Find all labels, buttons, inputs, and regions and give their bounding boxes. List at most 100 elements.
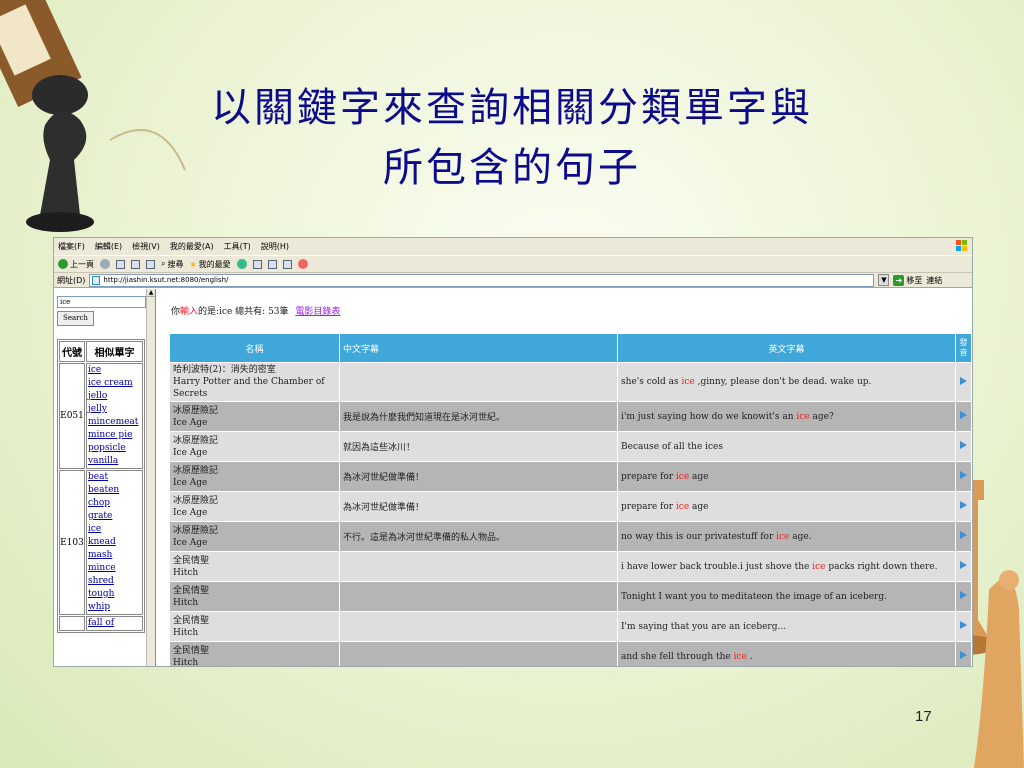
similar-word-link[interactable]: mincemeat <box>87 416 142 429</box>
address-dropdown-icon[interactable]: ▼ <box>878 274 890 286</box>
play-audio-button[interactable] <box>955 551 972 582</box>
similar-word-link[interactable]: chop <box>87 497 142 510</box>
similar-word-link[interactable]: jelly <box>87 403 142 416</box>
keyword-search-button[interactable]: Search <box>57 311 94 326</box>
similar-word-link[interactable]: beat <box>87 471 142 484</box>
similar-word-link[interactable]: mince <box>87 562 142 575</box>
result-row: 冰原歷險記 Ice Age 我是說為什麼我們知道現在是冰河世紀。 i'm just s… <box>169 401 972 432</box>
refresh-icon[interactable] <box>131 259 140 269</box>
movie-title-en: Ice Age <box>173 537 208 548</box>
menu-view[interactable]: 檢視(V) <box>132 241 160 252</box>
menu-edit[interactable]: 編輯(E) <box>95 241 122 252</box>
play-audio-button[interactable] <box>955 401 972 432</box>
go-button[interactable]: ➔ 移至 <box>893 274 922 286</box>
chinese-subtitle-cell: 不行。這是為冰河世紀準備的私人物品。 <box>339 521 618 552</box>
left-frame-scrollbar[interactable]: ▲ <box>146 289 155 666</box>
similar-word-link[interactable]: knead <box>87 536 142 549</box>
chinese-subtitle-cell <box>339 362 618 402</box>
similar-word-link[interactable]: ice <box>87 523 142 536</box>
play-audio-button[interactable] <box>955 491 972 522</box>
similar-word-link[interactable]: fall of <box>87 617 142 630</box>
result-row: 冰原歷險記 Ice Age 為冰河世紀做準備！ prepare for ice age <box>169 461 972 492</box>
subtitle-results-table: 名稱 中文字幕 英文字幕 發音 哈利波特(2)：消失的密室 Harry Potte… <box>169 333 972 666</box>
movie-title-zh: 全民情聖 <box>173 645 210 656</box>
similar-word-link[interactable]: popsicle <box>87 442 142 455</box>
movie-title-en: Hitch <box>173 657 199 667</box>
similar-word-link[interactable]: vanilla <box>87 455 142 468</box>
address-input[interactable]: http://jiashin.ksut.net:8080/english/ <box>89 273 875 287</box>
subtitle-text: Tonight I want you to meditateon the ima… <box>621 591 887 602</box>
movie-title-cell: 全民情聖 Hitch <box>169 581 340 612</box>
movie-title-en: Hitch <box>173 627 199 638</box>
result-input-highlight: 輸入 <box>180 307 199 317</box>
mail-icon[interactable] <box>252 259 262 269</box>
keyword-search-input[interactable]: ice <box>57 296 146 308</box>
similar-word-link[interactable]: beaten <box>87 484 142 497</box>
english-subtitle-cell: i'm just saying how do we knowit's an ic… <box>617 401 956 432</box>
result-count-text: 的是:ice 總共有: 53筆 <box>198 307 289 317</box>
similar-word-link[interactable]: tough <box>87 588 142 601</box>
movie-title-en: Ice Age <box>173 477 208 488</box>
similar-word-link[interactable]: grate <box>87 510 142 523</box>
scroll-up-icon[interactable]: ▲ <box>147 289 155 297</box>
result-row: 冰原歷險記 Ice Age 不行。這是為冰河世紀準備的私人物品。 no way thi… <box>169 521 972 552</box>
subtitle-text: age <box>689 471 709 482</box>
result-row: 全民情聖 Hitch I'm saying that you are an iceb… <box>169 611 972 642</box>
menu-file[interactable]: 檔案(F) <box>58 241 85 252</box>
english-subtitle-cell: and she fell through the ice . <box>617 641 956 666</box>
play-audio-button[interactable] <box>955 362 972 402</box>
search-button[interactable]: ⌕ 搜尋 <box>161 259 183 270</box>
similar-word-link[interactable]: whip <box>87 601 142 614</box>
back-button[interactable]: 上一頁 <box>58 259 94 270</box>
result-row: 哈利波特(2)：消失的密室 Harry Potter and the Chambe… <box>169 362 972 402</box>
play-audio-button[interactable] <box>955 641 972 666</box>
similar-word-link[interactable]: ice cream <box>87 377 142 390</box>
movie-title-cell: 冰原歷險記 Ice Age <box>169 491 340 522</box>
play-audio-button[interactable] <box>955 431 972 462</box>
play-icon <box>960 411 967 419</box>
play-audio-button[interactable] <box>955 461 972 492</box>
keyword-group-row: E051 ice ice cream jello jelly mincemeat mince… <box>59 363 143 469</box>
english-subtitle-cell: prepare for ice age <box>617 461 956 492</box>
play-audio-button[interactable] <box>955 611 972 642</box>
english-subtitle-cell: Tonight I want you to meditateon the ima… <box>617 581 956 612</box>
menu-favorites[interactable]: 我的最愛(A) <box>170 241 214 252</box>
similar-word-link[interactable]: jello <box>87 390 142 403</box>
subtitle-text: and she fell through the <box>621 651 734 662</box>
keyword-highlight: ice <box>812 561 826 572</box>
home-icon[interactable] <box>146 259 155 269</box>
column-header-chinese: 中文字幕 <box>339 333 618 363</box>
keyword-highlight: ice <box>733 651 747 662</box>
similar-word-link[interactable]: mash <box>87 549 142 562</box>
movie-list-link[interactable]: 電影目錄表 <box>295 307 340 317</box>
similar-word-link[interactable]: mince pie <box>87 429 142 442</box>
subtitle-text: . <box>746 651 753 662</box>
back-arrow-icon <box>58 259 68 269</box>
subtitle-text: age? <box>809 411 834 422</box>
keyword-group-code: E051 <box>59 363 85 469</box>
english-subtitle-cell: no way this is our privatestuff for ice … <box>617 521 956 552</box>
favorites-button[interactable]: ★ 我的最愛 <box>189 259 230 270</box>
stop-icon[interactable] <box>116 259 125 269</box>
edit-icon[interactable] <box>282 259 292 269</box>
forward-button[interactable] <box>100 259 110 269</box>
movie-title-cell: 冰原歷險記 Ice Age <box>169 431 340 462</box>
search-button-label: 搜尋 <box>167 259 184 269</box>
print-icon[interactable] <box>267 259 277 269</box>
result-row: 冰原歷險記 Ice Age 為冰河世紀做準備！ prepare for ice age <box>169 491 972 522</box>
play-icon <box>960 441 967 449</box>
similar-word-link[interactable]: shred <box>87 575 142 588</box>
menu-tools[interactable]: 工具(T) <box>224 241 251 252</box>
play-audio-button[interactable] <box>955 581 972 612</box>
links-label[interactable]: 連結 <box>926 275 942 286</box>
keyword-group-row: E103 beat beaten chop grate ice knead mash mince… <box>59 470 143 615</box>
menu-help[interactable]: 說明(H) <box>261 241 289 252</box>
similar-word-link[interactable]: ice <box>87 364 142 377</box>
play-icon <box>960 501 967 509</box>
play-audio-button[interactable] <box>955 521 972 552</box>
messenger-icon[interactable] <box>297 259 308 269</box>
keyword-highlight: ice <box>776 531 790 542</box>
history-icon[interactable] <box>236 259 247 269</box>
page-number: 17 <box>915 708 932 725</box>
address-label: 網址(D) <box>57 275 86 285</box>
